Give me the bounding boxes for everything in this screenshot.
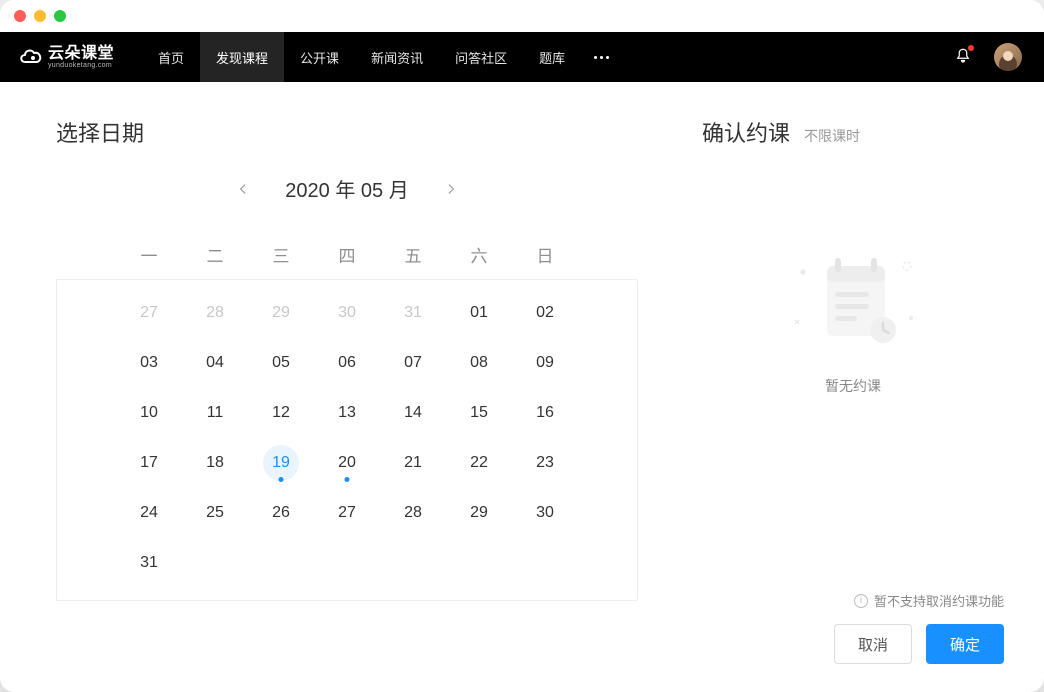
calendar-panel: 选择日期 2020 年 05 月 一二三四五六日 272829303101020… bbox=[0, 82, 674, 692]
calendar-day[interactable]: 16 bbox=[512, 388, 578, 438]
weekday-label: 三 bbox=[248, 229, 314, 279]
calendar-day: 31 bbox=[380, 288, 446, 338]
empty-illustration bbox=[783, 248, 923, 358]
calendar-day[interactable]: 04 bbox=[182, 338, 248, 388]
calendar-day[interactable]: 23 bbox=[512, 438, 578, 488]
calendar-day[interactable]: 18 bbox=[182, 438, 248, 488]
calendar-day: 29 bbox=[248, 288, 314, 338]
calendar-day[interactable]: 21 bbox=[380, 438, 446, 488]
calendar-day[interactable]: 28 bbox=[380, 488, 446, 538]
calendar-month-label: 2020 年 05 月 bbox=[285, 174, 408, 203]
calendar-grid: 2728293031010203040506070809101112131415… bbox=[56, 279, 638, 601]
calendar-day[interactable]: 31 bbox=[116, 538, 182, 588]
app-window: 云朵课堂 yunduoketang.com 首页发现课程公开课新闻资讯问答社区题… bbox=[0, 0, 1044, 692]
nav-more-button[interactable] bbox=[581, 32, 621, 82]
calendar-day: 27 bbox=[116, 288, 182, 338]
top-nav: 云朵课堂 yunduoketang.com 首页发现课程公开课新闻资讯问答社区题… bbox=[0, 32, 1044, 82]
weekday-label: 六 bbox=[446, 229, 512, 279]
weekday-label: 二 bbox=[182, 229, 248, 279]
nav-item[interactable]: 新闻资讯 bbox=[355, 32, 439, 82]
calendar-day[interactable]: 01 bbox=[446, 288, 512, 338]
calendar-day[interactable]: 27 bbox=[314, 488, 380, 538]
calendar-day[interactable]: 17 bbox=[116, 438, 182, 488]
notice-text: 暂不支持取消约课功能 bbox=[874, 591, 1004, 610]
booking-title: 确认约课 bbox=[702, 116, 790, 148]
nav-item[interactable]: 发现课程 bbox=[200, 32, 284, 82]
user-avatar[interactable] bbox=[994, 43, 1022, 71]
calendar-day[interactable]: 22 bbox=[446, 438, 512, 488]
calendar-day[interactable]: 20 bbox=[314, 438, 380, 488]
more-icon bbox=[594, 56, 609, 59]
brand-logo[interactable]: 云朵课堂 yunduoketang.com bbox=[18, 46, 114, 69]
calendar-day: 30 bbox=[314, 288, 380, 338]
chevron-right-icon bbox=[444, 182, 458, 196]
calendar-day[interactable]: 26 bbox=[248, 488, 314, 538]
nav-item[interactable]: 题库 bbox=[523, 32, 581, 82]
weekday-label: 一 bbox=[116, 229, 182, 279]
weekday-label: 四 bbox=[314, 229, 380, 279]
calendar-day[interactable]: 08 bbox=[446, 338, 512, 388]
nav-items: 首页发现课程公开课新闻资讯问答社区题库 bbox=[142, 32, 581, 82]
calendar-day[interactable]: 07 bbox=[380, 338, 446, 388]
empty-state: 暂无约课 bbox=[702, 248, 1004, 396]
brand-name: 云朵课堂 bbox=[48, 46, 114, 62]
cloud-logo-icon bbox=[18, 46, 44, 68]
calendar-title: 选择日期 bbox=[56, 116, 638, 148]
calendar-day[interactable]: 12 bbox=[248, 388, 314, 438]
calendar-day[interactable]: 11 bbox=[182, 388, 248, 438]
calendar-header: 2020 年 05 月 bbox=[56, 174, 638, 203]
calendar-day[interactable]: 05 bbox=[248, 338, 314, 388]
booking-subtitle: 不限课时 bbox=[804, 126, 860, 146]
booking-panel: 确认约课 不限课时 bbox=[674, 82, 1044, 692]
calendar-day[interactable]: 29 bbox=[446, 488, 512, 538]
booking-header: 确认约课 不限课时 bbox=[702, 116, 1004, 148]
calendar-day[interactable]: 03 bbox=[116, 338, 182, 388]
calendar-day[interactable]: 24 bbox=[116, 488, 182, 538]
calendar-day[interactable]: 02 bbox=[512, 288, 578, 338]
next-month-button[interactable] bbox=[439, 177, 463, 201]
calendar-day[interactable]: 25 bbox=[182, 488, 248, 538]
window-zoom-button[interactable] bbox=[54, 10, 66, 22]
calendar-day[interactable]: 15 bbox=[446, 388, 512, 438]
empty-text: 暂无约课 bbox=[825, 376, 881, 396]
event-dot-icon bbox=[279, 477, 284, 482]
calendar-day[interactable]: 30 bbox=[512, 488, 578, 538]
calendar-day[interactable]: 14 bbox=[380, 388, 446, 438]
calendar-day[interactable]: 13 bbox=[314, 388, 380, 438]
calendar-day: 28 bbox=[182, 288, 248, 338]
cancel-button[interactable]: 取消 bbox=[834, 624, 912, 664]
window-minimize-button[interactable] bbox=[34, 10, 46, 22]
calendar-day[interactable]: 09 bbox=[512, 338, 578, 388]
content-area: 选择日期 2020 年 05 月 一二三四五六日 272829303101020… bbox=[0, 82, 1044, 692]
calendar-day[interactable]: 06 bbox=[314, 338, 380, 388]
calendar-day[interactable]: 19 bbox=[248, 438, 314, 488]
chevron-left-icon bbox=[236, 182, 250, 196]
weekday-label: 日 bbox=[512, 229, 578, 279]
nav-item[interactable]: 公开课 bbox=[284, 32, 355, 82]
weekday-label: 五 bbox=[380, 229, 446, 279]
window-titlebar bbox=[0, 0, 1044, 32]
brand-sub: yunduoketang.com bbox=[48, 62, 114, 69]
booking-actions: 取消 确定 bbox=[702, 624, 1004, 664]
calendar-weekday-row: 一二三四五六日 bbox=[56, 229, 638, 279]
event-dot-icon bbox=[345, 477, 350, 482]
window-close-button[interactable] bbox=[14, 10, 26, 22]
nav-item[interactable]: 首页 bbox=[142, 32, 200, 82]
notification-badge bbox=[968, 45, 974, 51]
notifications-button[interactable] bbox=[954, 47, 972, 68]
booking-notice: i 暂不支持取消约课功能 bbox=[702, 591, 1004, 610]
prev-month-button[interactable] bbox=[231, 177, 255, 201]
calendar-day[interactable]: 10 bbox=[116, 388, 182, 438]
info-icon: i bbox=[854, 594, 868, 608]
nav-item[interactable]: 问答社区 bbox=[439, 32, 523, 82]
confirm-button[interactable]: 确定 bbox=[926, 624, 1004, 664]
